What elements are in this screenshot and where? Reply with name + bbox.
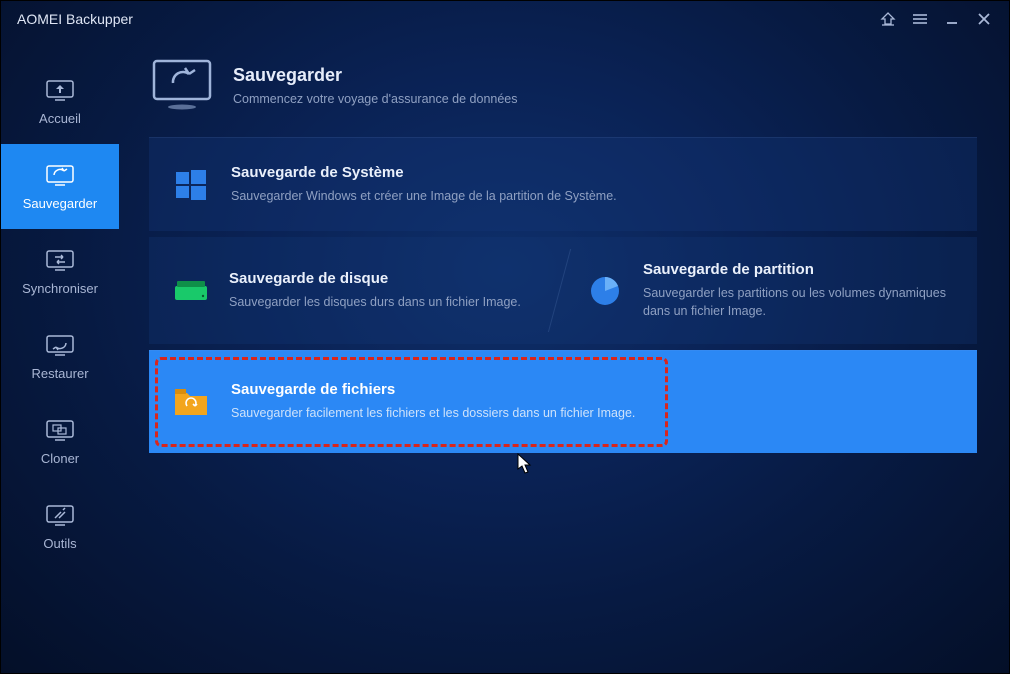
disk-icon xyxy=(173,273,209,309)
sidebar-item-label: Outils xyxy=(43,536,76,551)
sync-icon xyxy=(44,247,76,273)
main-panel: Sauvegarder Commencez votre voyage d'ass… xyxy=(119,37,1009,673)
pie-chart-icon xyxy=(587,273,623,309)
titlebar: AOMEI Backupper xyxy=(1,1,1009,37)
close-button[interactable] xyxy=(969,4,999,34)
sidebar-item-label: Cloner xyxy=(41,451,79,466)
sidebar-item-label: Synchroniser xyxy=(22,281,98,296)
card-title: Sauvegarde de fichiers xyxy=(231,381,953,398)
card-title: Sauvegarde de disque xyxy=(229,270,521,287)
sidebar: Accueil Sauvegarder Synchroniser Restaur… xyxy=(1,37,119,673)
card-desc: Sauvegarder Windows et créer une Image d… xyxy=(231,187,953,205)
windows-icon xyxy=(173,167,209,203)
menu-icon[interactable] xyxy=(905,4,935,34)
page-subtitle: Commencez votre voyage d'assurance de do… xyxy=(233,92,518,106)
restore-icon xyxy=(44,332,76,358)
sidebar-item-label: Sauvegarder xyxy=(23,196,97,211)
upgrade-icon[interactable] xyxy=(873,4,903,34)
sidebar-item-label: Restaurer xyxy=(31,366,88,381)
card-title: Sauvegarde de partition xyxy=(643,261,957,278)
backup-icon xyxy=(44,162,76,188)
card-file-backup[interactable]: Sauvegarde de fichiers Sauvegarder facil… xyxy=(149,350,977,452)
card-desc: Sauvegarder facilement les fichiers et l… xyxy=(231,404,953,422)
folder-sync-icon xyxy=(173,384,209,420)
card-disk-backup[interactable]: Sauvegarde de disque Sauvegarder les dis… xyxy=(149,237,563,344)
sidebar-item-tools[interactable]: Outils xyxy=(1,484,119,569)
card-desc: Sauvegarder les disques durs dans un fic… xyxy=(229,293,521,311)
sidebar-item-backup[interactable]: Sauvegarder xyxy=(1,144,119,229)
card-desc: Sauvegarder les partitions ou les volume… xyxy=(643,284,957,320)
card-partition-backup[interactable]: Sauvegarde de partition Sauvegarder les … xyxy=(563,237,977,344)
sidebar-item-home[interactable]: Accueil xyxy=(1,59,119,144)
main-header: Sauvegarder Commencez votre voyage d'ass… xyxy=(149,57,977,137)
app-title: AOMEI Backupper xyxy=(17,11,871,27)
sidebar-item-label: Accueil xyxy=(39,111,81,126)
card-title: Sauvegarde de Système xyxy=(231,164,953,181)
card-system-backup[interactable]: Sauvegarde de Système Sauvegarder Window… xyxy=(149,137,977,231)
tools-icon xyxy=(44,502,76,528)
card-row: Sauvegarde de disque Sauvegarder les dis… xyxy=(149,237,977,344)
sidebar-item-restore[interactable]: Restaurer xyxy=(1,314,119,399)
home-icon xyxy=(44,77,76,103)
share-screen-icon xyxy=(151,57,213,113)
page-title: Sauvegarder xyxy=(233,65,518,86)
sidebar-item-sync[interactable]: Synchroniser xyxy=(1,229,119,314)
app-body: Accueil Sauvegarder Synchroniser Restaur… xyxy=(1,37,1009,673)
clone-icon xyxy=(44,417,76,443)
minimize-button[interactable] xyxy=(937,4,967,34)
app-window: AOMEI Backupper Accueil S xyxy=(0,0,1010,674)
sidebar-item-clone[interactable]: Cloner xyxy=(1,399,119,484)
